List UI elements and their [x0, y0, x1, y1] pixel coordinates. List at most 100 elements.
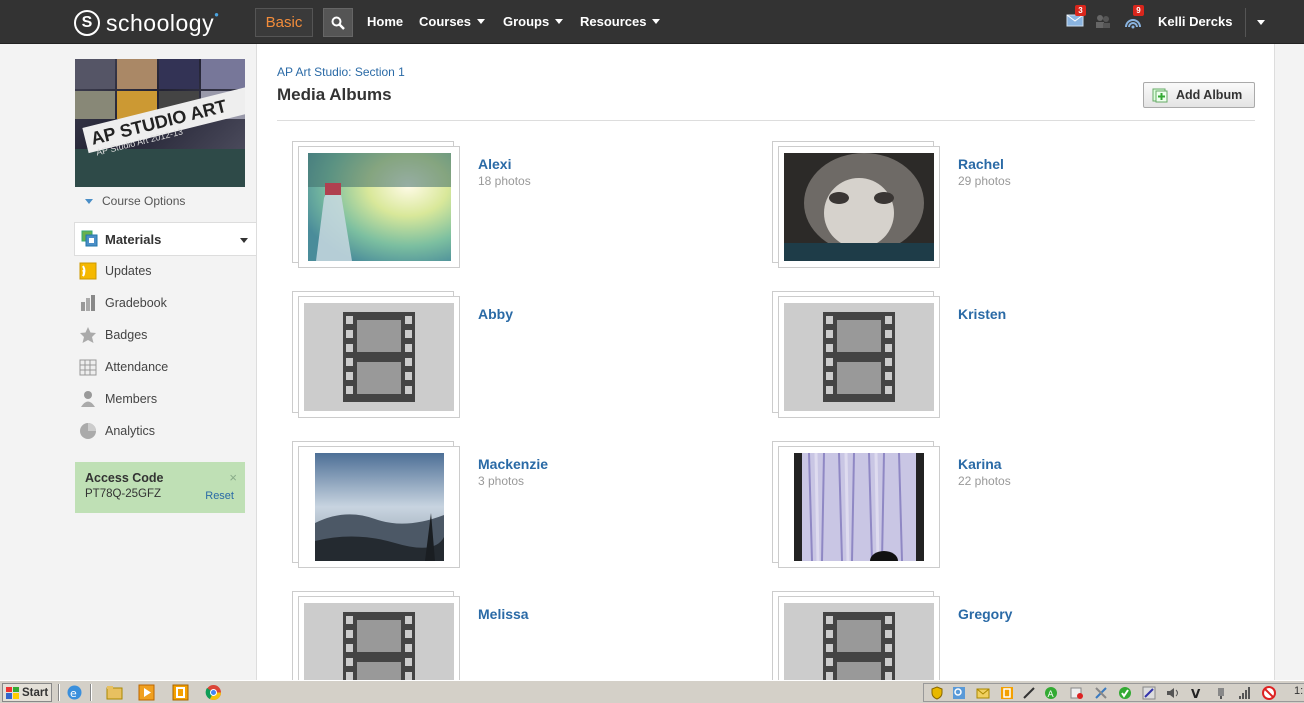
album-thumbnail[interactable] — [778, 596, 940, 680]
updates-icon — [79, 262, 97, 280]
connections-button[interactable] — [1094, 13, 1112, 29]
album-photo-count: 22 photos — [958, 474, 1011, 488]
add-album-button[interactable]: Add Album — [1143, 82, 1255, 108]
sidebar-item-attendance[interactable]: Attendance — [79, 358, 168, 376]
sidebar-item-members[interactable]: Members — [79, 390, 157, 408]
chevron-down-icon — [652, 19, 661, 24]
check-icon[interactable] — [1118, 686, 1132, 700]
sidebar-item-materials[interactable]: Materials — [74, 222, 256, 256]
album-thumbnail[interactable] — [778, 146, 940, 268]
nav-groups[interactable]: Groups — [503, 14, 564, 29]
folder-icon[interactable] — [106, 684, 123, 701]
network-icon[interactable]: A — [1044, 686, 1058, 700]
album-name[interactable]: Mackenzie — [478, 456, 548, 472]
clock: 1: — [1294, 685, 1304, 697]
system-tray: A V — [923, 683, 1304, 702]
add-album-icon — [1152, 88, 1168, 102]
pie-chart-icon — [80, 423, 96, 439]
media-player-icon[interactable] — [138, 684, 155, 701]
mail-icon[interactable] — [976, 686, 990, 700]
left-sidebar: AP STUDIO ART AP Studio Art 2012-13 Cour… — [0, 44, 256, 680]
security-alert-icon[interactable] — [1070, 686, 1084, 700]
no-entry-icon[interactable] — [1262, 686, 1276, 700]
internet-explorer-icon[interactable]: e — [66, 684, 83, 701]
album-thumbnail[interactable] — [298, 296, 460, 418]
sidebar-item-gradebook[interactable]: Gradebook — [79, 294, 167, 312]
nav-resources[interactable]: Resources — [580, 14, 661, 29]
plug-icon[interactable] — [1214, 686, 1228, 700]
album-thumbnail[interactable] — [298, 596, 460, 680]
plan-badge[interactable]: Basic — [255, 8, 313, 37]
tools-icon[interactable] — [1094, 686, 1108, 700]
film-strip-icon — [343, 612, 415, 680]
access-code-title: Access Code — [85, 471, 164, 485]
nav-courses[interactable]: Courses — [419, 14, 486, 29]
album-name[interactable]: Gregory — [958, 606, 1012, 622]
edit-icon[interactable] — [1142, 686, 1156, 700]
nav-home[interactable]: Home — [367, 14, 403, 29]
album-card[interactable]: Rachel 29 photos — [772, 141, 1222, 271]
svg-text:V: V — [1191, 687, 1201, 700]
album-name[interactable]: Alexi — [478, 156, 511, 172]
windows-flag-icon — [6, 686, 19, 699]
pen-icon[interactable] — [1022, 686, 1036, 700]
chevron-down-icon — [555, 19, 564, 24]
album-name[interactable]: Rachel — [958, 156, 1004, 172]
breadcrumb[interactable]: AP Art Studio: Section 1 — [277, 65, 405, 79]
album-card[interactable]: Abby — [292, 291, 742, 421]
album-photo — [794, 453, 924, 561]
search-tool-icon[interactable] — [952, 686, 966, 700]
sidebar-item-badges[interactable]: Badges — [79, 326, 147, 344]
album-photo — [307, 153, 451, 261]
album-card[interactable]: Mackenzie 3 photos — [292, 441, 742, 571]
user-menu-button[interactable] — [1245, 8, 1275, 37]
reset-access-code-link[interactable]: Reset — [205, 490, 234, 502]
notifications-count-badge: 9 — [1133, 5, 1144, 16]
album-name[interactable]: Abby — [478, 306, 513, 322]
schoology-logo[interactable]: S schoology● — [74, 8, 219, 38]
album-card[interactable]: Melissa — [292, 591, 742, 680]
gradebook-icon — [81, 295, 95, 311]
signal-icon[interactable] — [1238, 686, 1252, 700]
album-thumbnail[interactable] — [778, 446, 940, 568]
album-thumbnail[interactable] — [298, 146, 460, 268]
album-card[interactable]: Kristen — [772, 291, 1222, 421]
course-profile-image[interactable]: AP STUDIO ART AP Studio Art 2012-13 — [75, 59, 245, 187]
album-card[interactable]: Karina 22 photos — [772, 441, 1222, 571]
office-icon[interactable] — [172, 684, 189, 701]
office-tray-icon[interactable] — [1000, 686, 1014, 700]
album-thumbnail[interactable] — [778, 296, 940, 418]
logo-mark: S — [74, 10, 100, 36]
album-name[interactable]: Karina — [958, 456, 1002, 472]
chevron-down-icon — [1256, 20, 1265, 25]
chrome-icon[interactable] — [205, 684, 222, 701]
volume-icon[interactable] — [1166, 686, 1180, 700]
attendance-icon — [79, 359, 97, 376]
film-strip-icon — [823, 312, 895, 402]
album-thumbnail[interactable] — [298, 446, 460, 568]
sidebar-item-analytics[interactable]: Analytics — [79, 422, 155, 440]
page-title: Media Albums — [277, 85, 392, 104]
sidebar-item-updates[interactable]: Updates — [79, 262, 152, 280]
display-icon[interactable]: V — [1190, 686, 1204, 700]
user-name[interactable]: Kelli Dercks — [1158, 14, 1232, 29]
course-options-link[interactable]: Course Options — [85, 194, 185, 208]
top-navigation-bar: S schoology● Basic Home Courses Groups R… — [0, 0, 1304, 44]
access-code-panel: Access Code PT78Q-25GFZ × Reset — [75, 462, 245, 513]
album-name[interactable]: Kristen — [958, 306, 1006, 322]
logo-text: schoology — [106, 9, 215, 36]
shield-icon[interactable] — [930, 686, 944, 700]
album-photo — [784, 153, 934, 261]
start-button[interactable]: Start — [2, 683, 52, 702]
album-card[interactable]: Alexi 18 photos — [292, 141, 742, 271]
star-badge-icon — [80, 327, 96, 343]
album-photo-count: 29 photos — [958, 174, 1011, 188]
album-name[interactable]: Melissa — [478, 606, 529, 622]
main-content: AP Art Studio: Section 1 Media Albums Ad… — [256, 44, 1275, 680]
album-card[interactable]: Gregory — [772, 591, 1222, 680]
triangle-down-icon — [85, 198, 93, 204]
film-strip-icon — [823, 612, 895, 680]
search-button[interactable] — [323, 8, 353, 37]
close-icon[interactable]: × — [229, 470, 237, 485]
windows-taskbar: Start e A V 1: — [0, 680, 1304, 703]
